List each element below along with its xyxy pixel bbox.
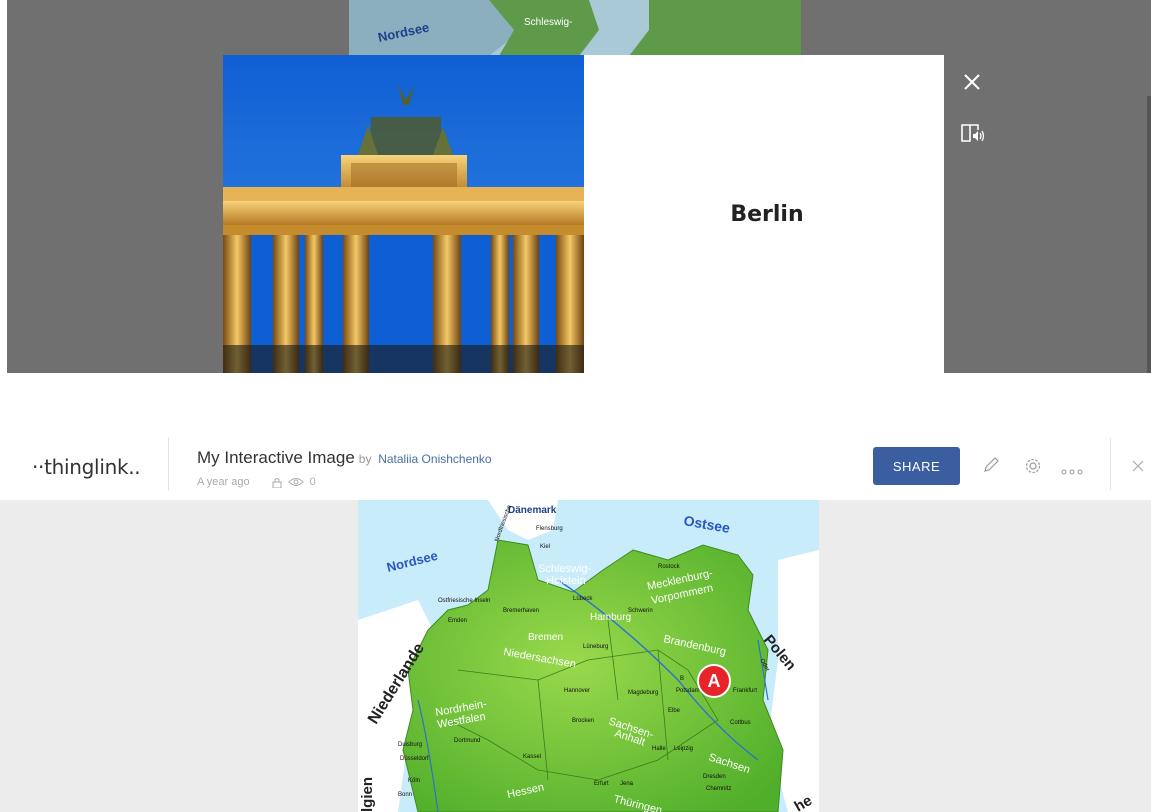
- immersive-reader-icon[interactable]: [960, 122, 986, 144]
- map-label-hamburg: Hamburg: [590, 612, 631, 623]
- germany-map-image: Dänemark Ostsee Nordsee Polen Niederland…: [358, 500, 819, 812]
- divider: [1110, 438, 1111, 490]
- close-icon[interactable]: [960, 70, 984, 94]
- scrollbar[interactable]: [1147, 96, 1151, 373]
- eye-icon: [287, 478, 304, 486]
- city-chemnitz: Chemnitz: [706, 786, 731, 792]
- city-bremerhaven: Bremerhaven: [503, 608, 539, 614]
- map-label-schleswig: Schleswig-: [524, 17, 572, 28]
- city-kiel: Kiel: [540, 544, 550, 550]
- view-count: 0: [309, 476, 316, 488]
- city-koeln: Köln: [408, 778, 420, 784]
- share-button[interactable]: SHARE: [873, 447, 960, 485]
- background-map-strip: Nordsee Schleswig-: [349, 0, 801, 56]
- tag-title: Berlin: [730, 201, 804, 227]
- city-leipzig: Leipzig: [674, 746, 693, 752]
- city-jena: Jena: [620, 781, 634, 787]
- river-elbe: Elbe: [668, 708, 681, 714]
- city-erfurt: Erfurt: [594, 781, 609, 787]
- pencil-icon[interactable]: [982, 456, 1000, 479]
- city-duesseldorf: Düsseldorf: [400, 756, 429, 762]
- map-label-schleswig: Schleswig-: [538, 563, 592, 575]
- city-frankfurt: Frankfurt: [733, 688, 757, 694]
- image-title-block: My Interactive Image by Nataliia Onishche…: [197, 448, 492, 468]
- close-icon[interactable]: [1132, 459, 1144, 477]
- timestamp: A year ago: [197, 476, 250, 488]
- city-berlin-abbr: B: [680, 676, 684, 682]
- city-cottbus: Cottbus: [730, 720, 751, 726]
- city-schwerin: Schwerin: [628, 608, 653, 614]
- city-halle: Halle: [652, 746, 666, 752]
- gear-icon[interactable]: [1023, 456, 1043, 481]
- by-label: by: [358, 452, 372, 466]
- map-label-daenemark: Dänemark: [508, 505, 557, 516]
- meta-row: A year ago 0: [197, 476, 316, 488]
- map-label-belgien: lgien: [359, 777, 376, 812]
- city-magdeburg: Magdeburg: [628, 690, 658, 696]
- tag-content: Berlin: [584, 55, 944, 373]
- divider: [168, 438, 169, 490]
- city-duisburg: Duisburg: [398, 742, 422, 748]
- author-link[interactable]: Nataliia Onishchenko: [378, 452, 491, 466]
- city-bonn: Bonn: [398, 792, 412, 798]
- city-dresden: Dresden: [703, 774, 726, 780]
- city-kassel: Kassel: [523, 754, 541, 760]
- page-header: ··thinglink.. My Interactive Image by Nat…: [0, 432, 1151, 500]
- hotspot-marker[interactable]: A: [697, 664, 731, 698]
- thinglink-logo[interactable]: ··thinglink..: [32, 455, 141, 479]
- label-ostfriesische-inseln: Ostfriesische Inseln: [438, 598, 490, 604]
- label-brocken: Brocken: [572, 718, 594, 724]
- city-emden: Emden: [448, 618, 467, 624]
- tag-popup: Berlin: [223, 55, 944, 373]
- image-title: My Interactive Image: [197, 448, 355, 467]
- city-flensburg: Flensburg: [536, 526, 563, 532]
- city-lueneburg: Lüneburg: [583, 644, 608, 650]
- city-dortmund: Dortmund: [454, 738, 480, 744]
- brandenburg-gate-photo: [223, 55, 584, 373]
- lock-icon: [272, 477, 282, 488]
- city-potsdam: Potsdam: [676, 688, 700, 694]
- city-hannover: Hannover: [564, 688, 590, 694]
- map-label-holstein: Holstein: [546, 575, 586, 587]
- city-rostock: Rostock: [658, 564, 681, 570]
- map-label-bremen: Bremen: [528, 632, 563, 643]
- more-dots-icon[interactable]: [1061, 462, 1083, 480]
- image-canvas: Dänemark Ostsee Nordsee Polen Niederland…: [0, 500, 1151, 812]
- city-luebeck: Lübeck: [573, 596, 593, 602]
- overlay-backdrop: Nordsee Schleswig- Berlin: [7, 0, 1151, 373]
